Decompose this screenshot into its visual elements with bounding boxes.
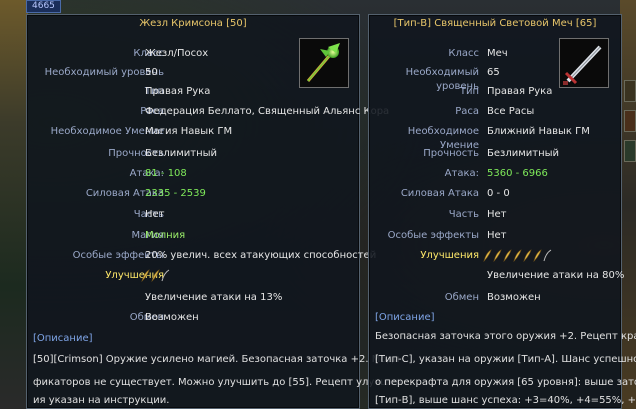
upgrade-note: Увеличение атаки на 80% [487, 270, 625, 281]
label-special-effects: Особые эффекты [387, 230, 479, 241]
value-exchange: Возможен [487, 292, 541, 303]
inventory-slot-icon[interactable] [624, 110, 636, 132]
row-level: Необходимый уровень 65 [369, 66, 621, 92]
row-magic: Магия Молния [27, 229, 359, 243]
inventory-slot-icon[interactable] [624, 80, 636, 102]
value-special-effects: Нет [487, 230, 507, 241]
row-force-attack: Силовая Атака 2335 - 2539 [27, 187, 359, 201]
label-force-attack: Силовая Атака [400, 188, 479, 199]
value-exchange: Возможен [145, 312, 199, 323]
game-world-background-left [0, 0, 28, 409]
value-special-effects: 20% увелич. всех атакующих способностей [145, 250, 377, 261]
description-line: ия указан на инструкции. [33, 395, 170, 406]
item-tooltip-right: [Тип-В] Священный Световой Меч [65] Клас… [368, 14, 636, 409]
value-class: Меч [487, 48, 508, 59]
talic-feather-icon [513, 249, 522, 262]
row-skill: Необходимое Умение Магия Навык ГМ [27, 125, 359, 139]
row-type: Тип Правая Рука [27, 85, 359, 99]
label-exchange: Обмен [444, 292, 479, 303]
value-force-attack: 0 - 0 [487, 188, 510, 199]
row-special-effects: Особые эффекты 20% увелич. всех атакующи… [27, 249, 377, 263]
label-type: Тип [459, 86, 479, 97]
row-level: Необходимый уровень 50 [27, 66, 359, 80]
value-class: Жезл/Посох [145, 48, 209, 59]
row-special-effects: Особые эффекты Нет [369, 229, 621, 243]
row-part: Часть Нет [369, 208, 621, 222]
talic-feather-icon [493, 249, 502, 262]
label-part: Часть [448, 209, 479, 220]
row-attack: Атака: 81 - 108 [27, 167, 359, 181]
talic-feather-icon [523, 249, 532, 262]
empty-slot-icon [161, 269, 170, 282]
description-header: [Описание] [375, 312, 435, 323]
talic-feather-icon [533, 249, 542, 262]
row-race: Раса Все Расы [369, 105, 621, 119]
value-race: Федерация Беллато, Священный Альянс Кора [145, 106, 390, 117]
row-race: Раса Федерация Беллато, Священный Альянс… [27, 105, 389, 119]
row-durability: Прочность Безлимитный [369, 147, 621, 161]
label-upgrades: Улучшения [420, 250, 479, 261]
row-exchange: Обмен Возможен [27, 311, 359, 325]
value-skill: Ближний Навык ГМ [487, 126, 590, 137]
game-world-background-right [620, 0, 636, 409]
value-part: Нет [487, 209, 507, 220]
talic-feather-icon [151, 269, 160, 282]
inventory-slot-icon[interactable] [624, 140, 636, 162]
value-magic: Молния [145, 230, 186, 241]
row-attack: Атака: 5360 - 6966 [369, 167, 621, 181]
row-force-attack: Силовая Атака 0 - 0 [369, 187, 621, 201]
green-wand-icon [299, 38, 349, 88]
value-level: 65 [487, 67, 500, 78]
row-class: Класс Жезл/Посох [27, 47, 359, 61]
description-line: о перекрафта для оружия [65 уровня]: выш… [375, 377, 636, 388]
value-type: Правая Рука [487, 86, 553, 97]
description-header: [Описание] [33, 333, 93, 344]
talic-feather-icon [503, 249, 512, 262]
talic-feather-icon [141, 269, 150, 282]
item-title: [Тип-В] Священный Световой Меч [65] [393, 18, 597, 29]
silver-sword-icon [559, 38, 609, 88]
value-durability: Безлимитный [145, 148, 218, 159]
description-line: [Тип-С], указан на оружии [Тип-А]. Шанс … [375, 354, 636, 365]
row-upgrades: Улучшения [369, 249, 621, 263]
talic-feather-icon [483, 249, 492, 262]
value-attack: 5360 - 6966 [487, 168, 548, 179]
upgrade-note: Увеличение атаки на 13% [145, 292, 283, 303]
label-durability: Прочность [423, 148, 479, 159]
value-race: Все Расы [487, 106, 535, 117]
description-line: [50][Crimson] Оружие усилено магией. Без… [33, 354, 400, 365]
label-class: Класс [448, 48, 479, 59]
row-upgrades: Улучшения [27, 269, 359, 283]
item-title: Жезл Кримсона [50] [139, 18, 247, 29]
value-attack: 81 - 108 [145, 168, 187, 179]
row-skill: Необходимое Умение Ближний Навык ГМ [369, 125, 621, 151]
upgrade-slots [141, 269, 171, 283]
value-skill: Магия Навык ГМ [145, 126, 233, 137]
label-attack: Атака: [444, 168, 479, 179]
value-force-attack: 2335 - 2539 [145, 188, 206, 199]
row-type: Тип Правая Рука [369, 85, 621, 99]
item-tooltip-left: Жезл Кримсона [50] Класс Жезл/Посох Необ… [26, 14, 403, 409]
value-type: Правая Рука [145, 86, 211, 97]
value-durability: Безлимитный [487, 148, 560, 159]
row-durability: Прочность Безлимитный [27, 147, 359, 161]
value-level: 50 [145, 67, 158, 78]
value-part: Нет [145, 209, 165, 220]
empty-slot-icon [543, 249, 552, 262]
row-exchange: Обмен Возможен [369, 291, 621, 305]
row-part: Часть Нет [27, 208, 359, 222]
description-line: [Тип-В], выше шанс успеха: +3=40%, +4=55… [375, 395, 636, 406]
description-line: фикаторов не существует. Можно улучшить … [33, 377, 403, 388]
score-counter: 4665 [26, 0, 61, 13]
row-class: Класс Меч [369, 47, 621, 61]
upgrade-slots [483, 249, 553, 263]
label-race: Раса [455, 106, 479, 117]
description-line: Безопасная заточка этого оружия +2. Реце… [375, 331, 636, 342]
